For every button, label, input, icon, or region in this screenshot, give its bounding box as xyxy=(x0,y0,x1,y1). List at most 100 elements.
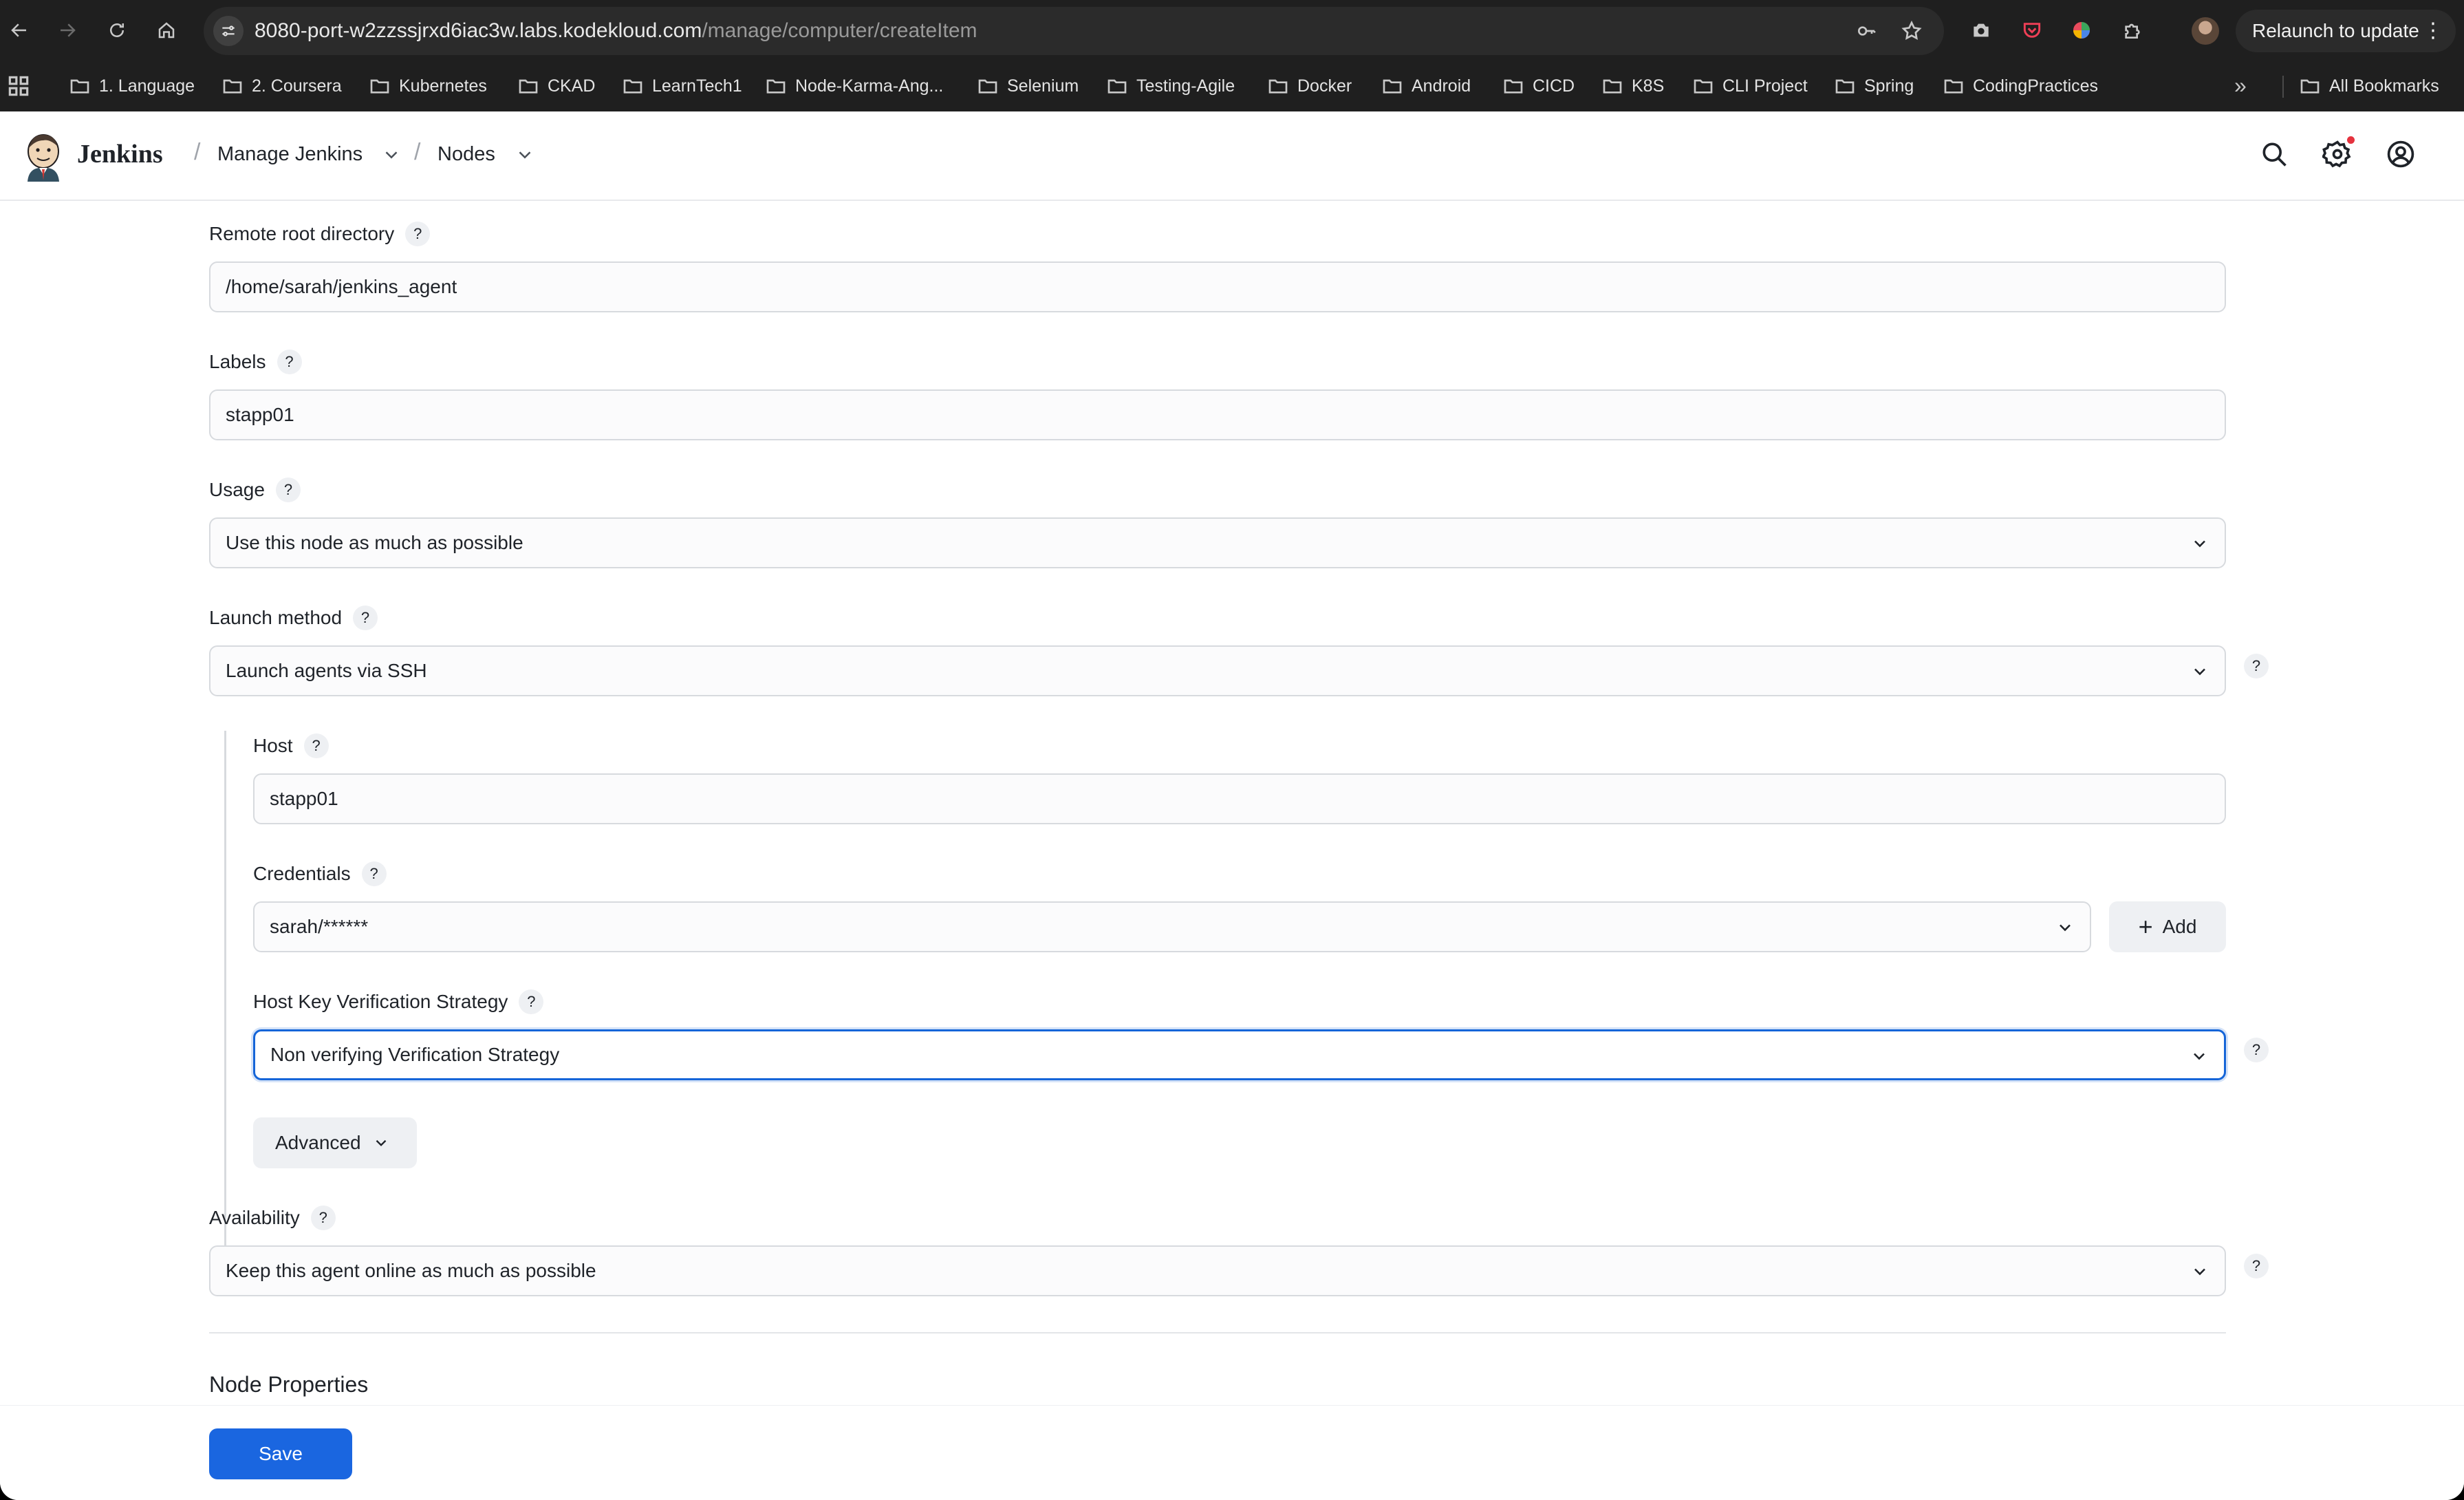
bookmark-item[interactable]: Kubernetes xyxy=(369,72,487,100)
folder-icon xyxy=(1268,79,1288,94)
launch-method-label-text: Launch method xyxy=(209,607,343,628)
bookmark-label: Android xyxy=(1412,76,1471,96)
extensions-puzzle-icon[interactable] xyxy=(2117,15,2148,45)
credentials-selected-value: sarah/****** xyxy=(270,916,369,937)
gear-icon[interactable] xyxy=(2321,139,2355,172)
bookmark-item[interactable]: 1. Language xyxy=(69,72,195,100)
help-icon[interactable]: ? xyxy=(310,1206,336,1230)
launch-method-label: Launch method? xyxy=(209,606,378,630)
availability-help-icon[interactable]: ? xyxy=(2244,1254,2269,1278)
home-icon[interactable] xyxy=(151,15,182,45)
chevron-down-icon xyxy=(2194,540,2205,548)
forward-arrow-icon[interactable] xyxy=(52,15,83,45)
apps-grid-icon[interactable] xyxy=(6,73,32,99)
node-properties-title: Node Properties xyxy=(209,1372,369,1397)
bookmark-item[interactable]: CodingPractices xyxy=(1943,72,2098,100)
bookmark-item[interactable]: CLI Project xyxy=(1692,72,1808,100)
bookmark-label: Testing-Agile xyxy=(1136,76,1235,96)
breadcrumb-nodes[interactable]: Nodes xyxy=(437,143,495,166)
labels-input[interactable]: stapp01 xyxy=(209,389,2226,440)
usage-label: Usage? xyxy=(209,478,301,502)
remote-root-label: Remote root directory? xyxy=(209,222,431,246)
credentials-select[interactable]: sarah/****** xyxy=(253,901,2091,952)
help-icon[interactable]: ? xyxy=(277,350,302,374)
bookmark-label: Selenium xyxy=(1007,76,1079,96)
help-icon[interactable]: ? xyxy=(353,606,378,630)
reload-icon[interactable] xyxy=(102,15,132,45)
folder-icon xyxy=(1944,79,1963,94)
password-key-icon[interactable] xyxy=(1853,18,1879,44)
profile-avatar[interactable] xyxy=(2192,17,2219,45)
address-bar[interactable]: 8080-port-w2zzssjrxd6iac3w.labs.kodeklou… xyxy=(204,7,1944,55)
jenkins-brand[interactable]: Jenkins xyxy=(77,139,163,169)
usage-selected-value: Use this node as much as possible xyxy=(226,532,523,553)
bookmark-item[interactable]: Android xyxy=(1381,72,1471,100)
bookmark-item[interactable]: Spring xyxy=(1834,72,1914,100)
host-key-strategy-select[interactable]: Non verifying Verification Strategy xyxy=(253,1029,2226,1080)
remote-root-label-text: Remote root directory xyxy=(209,223,395,244)
notification-dot xyxy=(2347,136,2355,144)
more-menu-icon[interactable]: ⋮ xyxy=(2423,10,2443,52)
folder-icon xyxy=(1694,79,1713,94)
chevron-down-icon[interactable] xyxy=(515,144,535,165)
relaunch-button[interactable]: Relaunch to update ⋮ xyxy=(2236,10,2456,52)
folder-icon xyxy=(766,79,786,94)
remote-root-input[interactable]: /home/sarah/jenkins_agent xyxy=(209,261,2226,312)
bookmark-label: 2. Coursera xyxy=(252,76,342,96)
bookmark-item[interactable]: LearnTech1 xyxy=(622,72,742,100)
color-extension-icon[interactable] xyxy=(2066,15,2097,45)
relaunch-label: Relaunch to update xyxy=(2252,20,2419,41)
advanced-button[interactable]: Advanced xyxy=(253,1117,417,1168)
url-path: /manage/computer/createItem xyxy=(702,19,977,42)
host-label-text: Host xyxy=(253,735,293,756)
camera-extension-icon[interactable] xyxy=(1966,15,1996,45)
bookmark-item[interactable]: Docker xyxy=(1267,72,1352,100)
help-icon[interactable]: ? xyxy=(405,222,431,246)
availability-select[interactable]: Keep this agent online as much as possib… xyxy=(209,1245,2226,1296)
bookmark-item[interactable]: CKAD xyxy=(517,72,595,100)
launch-method-select[interactable]: Launch agents via SSH xyxy=(209,645,2226,696)
all-bookmarks-button[interactable]: All Bookmarks xyxy=(2299,72,2439,100)
back-arrow-icon[interactable] xyxy=(4,15,34,45)
credentials-label-text: Credentials xyxy=(253,863,351,884)
bookmark-item[interactable]: 2. Coursera xyxy=(221,72,342,100)
bookmark-item[interactable]: Selenium xyxy=(977,72,1079,100)
chevron-down-icon xyxy=(376,1139,386,1146)
user-account-icon[interactable] xyxy=(2386,139,2419,172)
bookmark-label: Kubernetes xyxy=(399,76,487,96)
bookmarks-overflow-icon[interactable]: » xyxy=(2234,74,2247,96)
usage-select[interactable]: Use this node as much as possible xyxy=(209,517,2226,568)
chevron-down-icon xyxy=(2194,668,2205,676)
bookmark-item[interactable]: Node-Karma-Ang... xyxy=(765,72,943,100)
help-icon[interactable]: ? xyxy=(361,861,387,886)
bookmark-item[interactable]: Testing-Agile xyxy=(1106,72,1235,100)
folder-icon xyxy=(2300,79,2320,94)
availability-label: Availability? xyxy=(209,1206,336,1230)
chevron-down-icon xyxy=(2194,1053,2205,1060)
pocket-extension-icon[interactable] xyxy=(2017,15,2047,45)
help-icon[interactable]: ? xyxy=(303,733,329,758)
bookmark-label: K8S xyxy=(1632,76,1665,96)
jenkins-header: Jenkins / Manage Jenkins / Nodes xyxy=(0,111,2464,201)
section-divider xyxy=(209,1332,2226,1333)
host-input[interactable]: stapp01 xyxy=(253,773,2226,824)
folder-icon xyxy=(370,79,389,94)
chevron-down-icon[interactable] xyxy=(381,144,402,165)
bookmark-item[interactable]: K8S xyxy=(1601,72,1664,100)
breadcrumb-manage-jenkins[interactable]: Manage Jenkins xyxy=(217,143,363,166)
search-icon[interactable] xyxy=(2259,139,2292,172)
labels-label: Labels? xyxy=(209,350,302,374)
folder-icon xyxy=(70,79,89,94)
site-info-icon[interactable] xyxy=(213,16,244,46)
help-icon[interactable]: ? xyxy=(275,478,301,502)
host-key-strategy-help-icon[interactable]: ? xyxy=(2244,1038,2269,1062)
help-icon[interactable]: ? xyxy=(519,989,544,1014)
plus-icon: + xyxy=(2138,912,2153,941)
add-credentials-button[interactable]: + Add xyxy=(2109,901,2226,952)
bookmark-item[interactable]: CICD xyxy=(1502,72,1575,100)
save-button[interactable]: Save xyxy=(209,1428,352,1479)
launch-method-help-icon[interactable]: ? xyxy=(2244,654,2269,678)
folder-icon xyxy=(1107,79,1127,94)
bookmark-star-icon[interactable] xyxy=(1899,18,1925,44)
jenkins-logo-icon[interactable] xyxy=(22,131,65,182)
